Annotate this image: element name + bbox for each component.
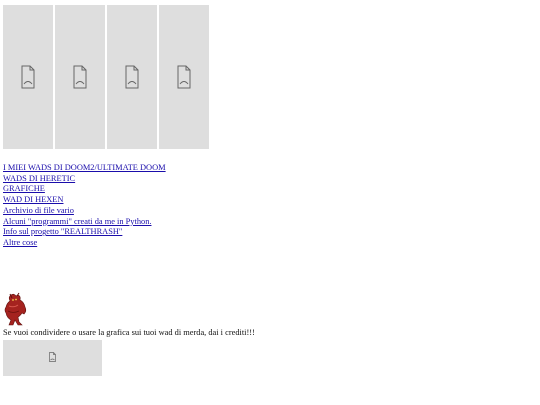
demon-sprite-icon xyxy=(3,292,29,326)
broken-image-icon xyxy=(125,65,139,89)
link-grafiche[interactable]: GRAFICHE xyxy=(3,184,166,195)
nav-links: I MIEI WADS DI DOOM2/ULTIMATE DOOM WADS … xyxy=(3,163,166,249)
broken-image-icon xyxy=(49,349,56,367)
banner-image-1 xyxy=(3,5,53,149)
credit-text: Se vuoi condividere o usare la grafica s… xyxy=(3,328,255,337)
footer-image xyxy=(3,340,102,376)
broken-image-icon xyxy=(21,65,35,89)
broken-image-icon xyxy=(73,65,87,89)
broken-image-icon xyxy=(177,65,191,89)
link-altre-cose[interactable]: Altre cose xyxy=(3,238,166,249)
link-realthrash[interactable]: Info sul progetto "REALTHRASH" xyxy=(3,227,166,238)
link-archivio[interactable]: Archivio di file vario xyxy=(3,206,166,217)
link-heretic-wads[interactable]: WADS DI HERETIC xyxy=(3,174,166,185)
link-hexen-wad[interactable]: WAD DI HEXEN xyxy=(3,195,166,206)
link-doom2-wads[interactable]: I MIEI WADS DI DOOM2/ULTIMATE DOOM xyxy=(3,163,166,174)
banner-images xyxy=(3,5,209,149)
banner-image-4 xyxy=(159,5,209,149)
banner-image-3 xyxy=(107,5,157,149)
banner-image-2 xyxy=(55,5,105,149)
link-python-programs[interactable]: Alcuni "programmi" creati da me in Pytho… xyxy=(3,217,166,228)
page: I MIEI WADS DI DOOM2/ULTIMATE DOOM WADS … xyxy=(0,0,540,405)
